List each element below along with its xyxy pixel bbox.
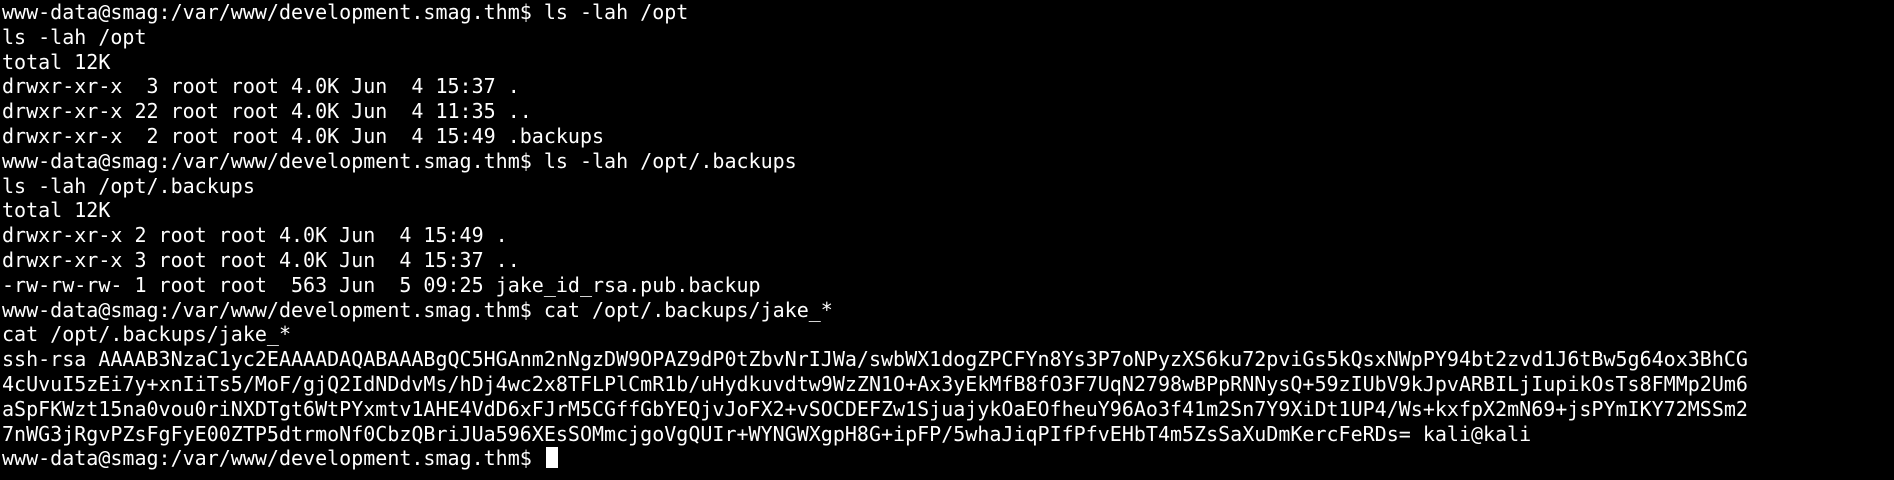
terminal-line: 4cUvuI5zEi7y+xnIiTs5/MoF/gjQ2IdNDdvMs/hD… bbox=[2, 371, 1748, 396]
terminal-line: drwxr-xr-x 3 root root 4.0K Jun 4 15:37 … bbox=[2, 247, 520, 272]
terminal-line: ls -lah /opt bbox=[2, 24, 147, 49]
terminal-line: aSpFKWzt15na0vou0riNXDTgt6WtPYxmtv1AHE4V… bbox=[2, 396, 1748, 421]
terminal-line: ls -lah /opt/.backups bbox=[2, 173, 255, 198]
terminal-line: drwxr-xr-x 2 root root 4.0K Jun 4 15:49 … bbox=[2, 123, 605, 148]
terminal-line: drwxr-xr-x 22 root root 4.0K Jun 4 11:35… bbox=[2, 99, 532, 124]
terminal-line: -rw-rw-rw- 1 root root 563 Jun 5 09:25 j… bbox=[2, 272, 761, 297]
terminal-line: total 12K bbox=[2, 49, 111, 74]
terminal-window[interactable]: www-data@smag:/var/www/development.smag.… bbox=[0, 0, 1894, 480]
terminal-line: drwxr-xr-x 3 root root 4.0K Jun 4 15:37 … bbox=[2, 74, 520, 99]
terminal-line: drwxr-xr-x 2 root root 4.0K Jun 4 15:49 … bbox=[2, 223, 508, 248]
terminal-line: ssh-rsa AAAAB3NzaC1yc2EAAAADAQABAAABgQC5… bbox=[2, 347, 1748, 372]
terminal-line: cat /opt/.backups/jake_* bbox=[2, 322, 291, 347]
terminal-line: www-data@smag:/var/www/development.smag.… bbox=[2, 0, 689, 24]
terminal-line: www-data@smag:/var/www/development.smag.… bbox=[2, 148, 797, 173]
terminal-line: www-data@smag:/var/www/development.smag.… bbox=[2, 297, 833, 322]
terminal-line: total 12K bbox=[2, 198, 111, 223]
text-cursor bbox=[545, 447, 558, 469]
shell-prompt: www-data@smag:/var/www/development.smag.… bbox=[2, 446, 544, 471]
terminal-line: 7nWG3jRgvPZsFgFyE00ZTP5dtrmoNf0CbzQBriJU… bbox=[2, 421, 1532, 446]
terminal-prompt-line[interactable]: www-data@smag:/var/www/development.smag.… bbox=[2, 446, 1894, 471]
